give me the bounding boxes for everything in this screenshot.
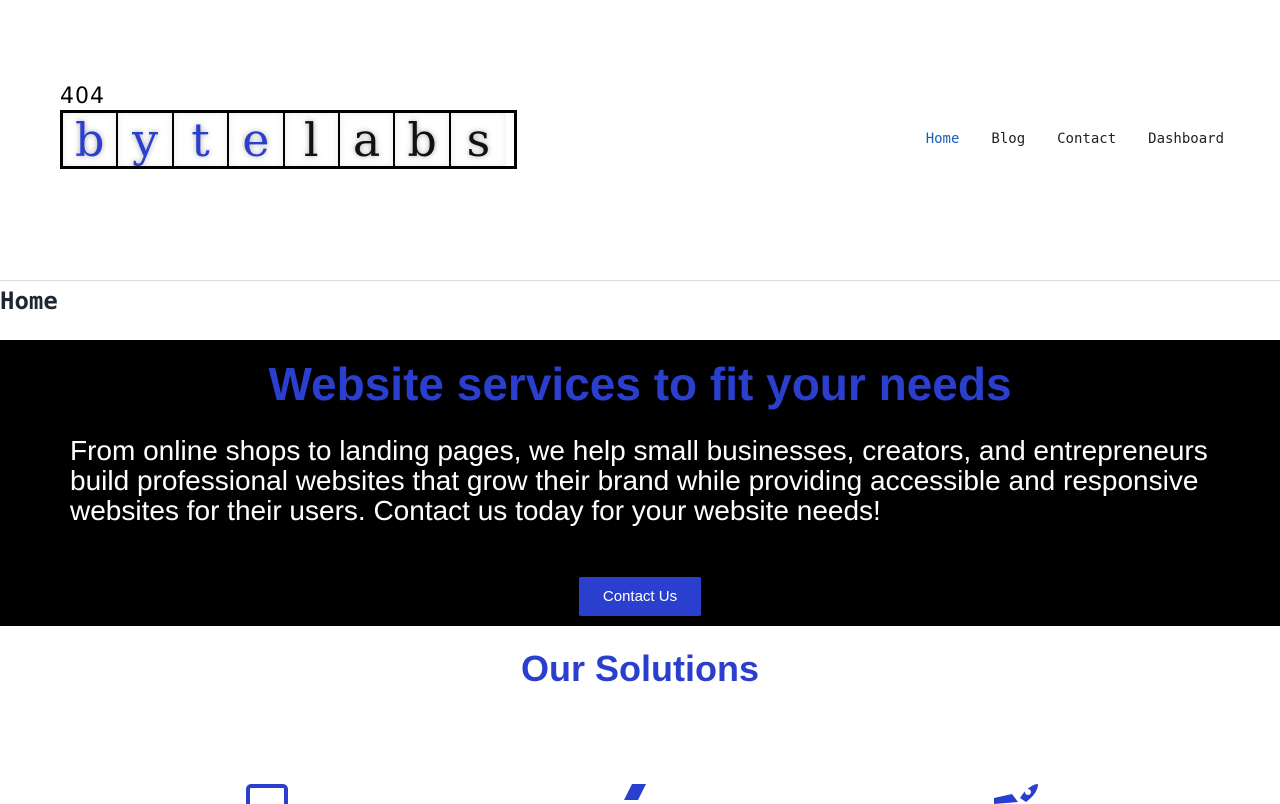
logo-letter: l	[285, 113, 340, 166]
logo-letter-boxes: b y t e l a b s	[60, 110, 517, 169]
main-nav: Home Blog Contact Dashboard	[926, 131, 1224, 147]
hero-heading: Website services to fit your needs	[268, 358, 1012, 410]
logo-letter: y	[118, 113, 174, 166]
logo-letter: b	[395, 113, 451, 166]
logo-letter: e	[229, 113, 285, 166]
pen-icon	[624, 784, 646, 800]
logo-top-text: 404	[60, 84, 105, 109]
logo-letter: b	[63, 113, 119, 166]
solutions-section: Our Solutions	[0, 626, 1280, 804]
nav-link-dashboard[interactable]: Dashboard	[1148, 131, 1224, 147]
rocket-icon	[994, 784, 1038, 804]
logo-letter: s	[451, 113, 506, 166]
solutions-heading: Our Solutions	[521, 648, 759, 689]
site-logo[interactable]: 404 b y t e l a b s	[60, 86, 517, 169]
logo-letter: t	[174, 113, 230, 166]
hero-description: From online shops to landing pages, we h…	[70, 435, 1208, 526]
contact-us-button[interactable]: Contact Us	[579, 577, 701, 616]
site-header: 404 b y t e l a b s Home Blog Contact Da…	[0, 0, 1280, 281]
page-title: Home	[0, 287, 58, 315]
nav-link-blog[interactable]: Blog	[991, 131, 1025, 147]
monitor-icon	[246, 784, 288, 804]
nav-link-home[interactable]: Home	[926, 131, 960, 147]
logo-letter: a	[340, 113, 396, 166]
nav-link-contact[interactable]: Contact	[1057, 131, 1116, 147]
hero-section: Website services to fit your needs From …	[0, 340, 1280, 626]
